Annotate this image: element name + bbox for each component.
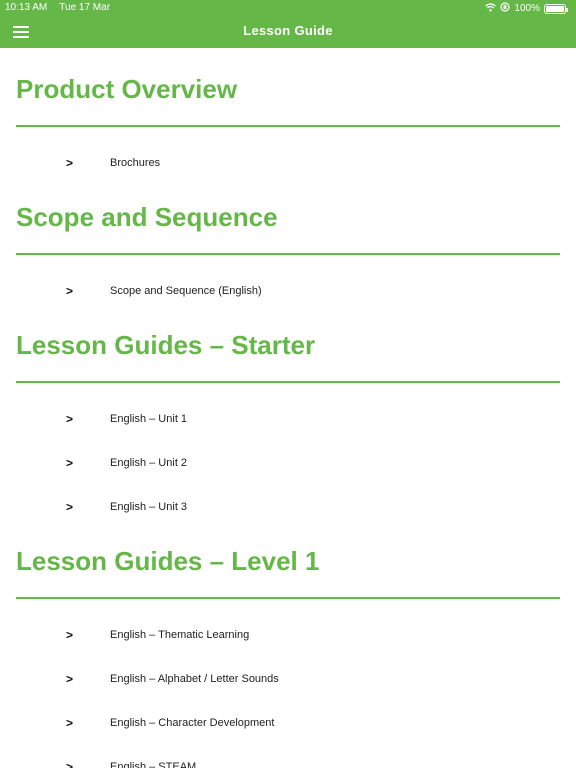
section: Scope and Sequence > Scope and Sequence (E…: [16, 200, 560, 313]
chevron-right-icon: >: [66, 156, 74, 170]
list-item-label: English – Unit 3: [110, 501, 188, 513]
app-frame: 10:13 AM Tue 17 Mar 100% Lesson Guide Pr…: [0, 0, 576, 768]
list-item[interactable]: > English – STEAM: [16, 745, 560, 768]
chevron-right-icon: >: [66, 284, 74, 298]
list-item[interactable]: > English – Unit 3: [16, 485, 560, 529]
list-item[interactable]: > Brochures: [16, 141, 560, 185]
section-title: Lesson Guides – Starter: [16, 330, 316, 360]
lesson-guide-list: Product Overview > Brochures Scope and Sequ…: [16, 72, 560, 768]
orientation-lock-icon: [500, 2, 511, 15]
list-item-label: English – Alphabet / Letter Sounds: [110, 673, 279, 685]
list-item[interactable]: > English – Character Development: [16, 701, 560, 745]
section-title: Lesson Guides – Level 1: [16, 546, 320, 576]
list-item[interactable]: > English – Unit 2: [16, 441, 560, 485]
list-item[interactable]: > English – Thematic Learning: [16, 613, 560, 657]
list-item-label: English – Thematic Learning: [110, 629, 250, 641]
wifi-icon: [485, 2, 497, 15]
section-divider: [16, 125, 560, 127]
list-item-label: Brochures: [110, 157, 161, 169]
top-bar: 10:13 AM Tue 17 Mar 100% Lesson Guide: [0, 0, 576, 48]
chevron-right-icon: >: [66, 672, 74, 686]
section: Product Overview > Brochures: [16, 72, 560, 185]
battery-percent: 100%: [514, 3, 540, 14]
section-title: Product Overview: [16, 74, 238, 104]
section: Lesson Guides – Level 1 > English – Themat…: [16, 544, 560, 768]
status-date: Tue 17 Mar: [59, 2, 111, 13]
chevron-right-icon: >: [66, 760, 74, 768]
section-divider: [16, 381, 560, 383]
list-item[interactable]: > Scope and Sequence (English): [16, 269, 560, 313]
list-item-label: English – Unit 2: [110, 457, 188, 469]
chevron-right-icon: >: [66, 628, 74, 642]
list-item-label: English – STEAM: [110, 761, 197, 768]
status-bar-left: 10:13 AM Tue 17 Mar: [5, 2, 110, 13]
chevron-right-icon: >: [66, 456, 74, 470]
status-bar-right: 100%: [485, 2, 568, 15]
chevron-right-icon: >: [66, 412, 74, 426]
list-item-label: English – Character Development: [110, 717, 275, 729]
section: Lesson Guides – Starter > English – Unit 1…: [16, 328, 560, 529]
list-item-label: English – Unit 1: [110, 413, 188, 425]
page-title: Lesson Guide: [243, 23, 333, 38]
section-divider: [16, 253, 560, 255]
section-title: Scope and Sequence: [16, 202, 278, 232]
list-item[interactable]: > English – Alphabet / Letter Sounds: [16, 657, 560, 701]
chevron-right-icon: >: [66, 500, 74, 514]
section-divider: [16, 597, 560, 599]
status-time: 10:13 AM: [5, 2, 48, 13]
list-item[interactable]: > English – Unit 1: [16, 397, 560, 441]
list-item-label: Scope and Sequence (English): [110, 285, 262, 297]
battery-icon: [544, 3, 568, 14]
chevron-right-icon: >: [66, 716, 74, 730]
